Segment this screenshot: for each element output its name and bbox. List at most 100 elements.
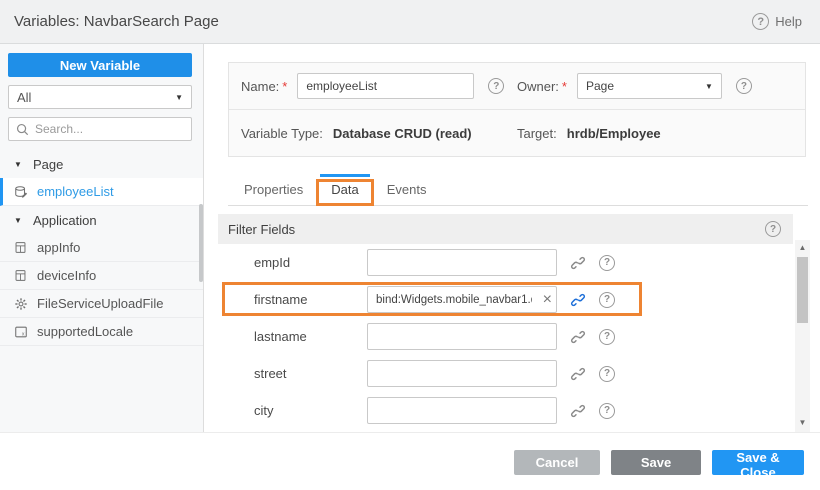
detail-tabbar: Properties Data Events bbox=[228, 174, 808, 206]
cancel-button[interactable]: Cancel bbox=[514, 450, 600, 475]
svg-text:x: x bbox=[21, 331, 24, 337]
tree-item-appinfo[interactable]: appInfo bbox=[0, 234, 203, 262]
owner-help-icon[interactable]: ? bbox=[736, 78, 752, 94]
variable-filter-value: All bbox=[17, 90, 31, 105]
help-button[interactable]: ? Help bbox=[752, 13, 802, 30]
dialog-header: Variables: NavbarSearch Page ? Help bbox=[0, 0, 820, 44]
field-help-icon[interactable]: ? bbox=[599, 403, 615, 419]
bind-link-icon-active[interactable] bbox=[570, 292, 586, 308]
field-label: lastname bbox=[254, 329, 367, 344]
lastname-input[interactable] bbox=[367, 323, 557, 350]
summary-row-top: Name: * ? Owner: * Page ▼ ? bbox=[229, 63, 805, 110]
tab-events[interactable]: Events bbox=[373, 174, 441, 205]
target-value: hrdb/Employee bbox=[567, 126, 661, 141]
filter-field-row-empid: empId ? bbox=[218, 244, 793, 281]
tree-item-label: employeeList bbox=[37, 184, 114, 199]
help-label: Help bbox=[775, 14, 802, 29]
sidebar-scrollbar-thumb[interactable] bbox=[199, 204, 203, 282]
tree-item-label: FileServiceUploadFile bbox=[37, 296, 163, 311]
help-icon: ? bbox=[752, 13, 769, 30]
filter-field-row-street: street ? bbox=[218, 355, 793, 392]
scroll-down-icon[interactable]: ▼ bbox=[795, 415, 810, 430]
clear-binding-icon[interactable]: × bbox=[543, 292, 552, 308]
filter-field-row-city: city ? bbox=[218, 392, 793, 429]
service-gear-icon bbox=[13, 296, 28, 311]
variable-type-label: Variable Type: bbox=[241, 126, 323, 141]
field-label: firstname bbox=[254, 292, 367, 307]
variable-filter-dropdown[interactable]: All ▼ bbox=[8, 85, 192, 109]
owner-label: Owner: bbox=[517, 79, 559, 94]
filter-field-row-lastname: lastname ? bbox=[218, 318, 793, 355]
variable-summary-box: Name: * ? Owner: * Page ▼ ? Variable Typ… bbox=[228, 62, 806, 157]
chevron-down-icon: ▼ bbox=[175, 93, 183, 102]
empid-input[interactable] bbox=[367, 249, 557, 276]
street-input[interactable] bbox=[367, 360, 557, 387]
chevron-down-icon: ▼ bbox=[705, 82, 713, 91]
variable-name-input[interactable] bbox=[297, 73, 474, 99]
firstname-input[interactable] bbox=[367, 286, 557, 313]
tree-item-label: supportedLocale bbox=[37, 324, 133, 339]
filter-field-row-firstname: firstname × ? bbox=[218, 281, 793, 318]
variable-type-value: Database CRUD (read) bbox=[333, 126, 472, 141]
collapse-arrow-icon[interactable]: ▼ bbox=[14, 216, 24, 225]
tree-group-label: Application bbox=[33, 213, 97, 228]
tree-item-label: deviceInfo bbox=[37, 268, 96, 283]
field-help-icon[interactable]: ? bbox=[599, 292, 615, 308]
bind-link-icon[interactable] bbox=[570, 366, 586, 382]
scrollbar-thumb[interactable] bbox=[797, 257, 808, 323]
variables-dialog: Variables: NavbarSearch Page ? Help New … bbox=[0, 0, 820, 490]
save-close-button[interactable]: Save & Close bbox=[712, 450, 804, 475]
content-scrollbar[interactable]: ▲ ▼ bbox=[795, 240, 810, 432]
field-label: city bbox=[254, 403, 367, 418]
active-tab-indicator bbox=[320, 174, 369, 177]
search-icon bbox=[16, 123, 29, 136]
tree-item-employeelist[interactable]: employeeList bbox=[0, 178, 203, 206]
bind-link-icon[interactable] bbox=[570, 403, 586, 419]
tree-group-label: Page bbox=[33, 157, 63, 172]
tree-group-application[interactable]: ▼ Application bbox=[0, 206, 203, 234]
device-info-icon bbox=[13, 268, 28, 283]
dialog-title: Variables: NavbarSearch Page bbox=[14, 13, 219, 30]
tree-item-fileserviceuploadfile[interactable]: FileServiceUploadFile bbox=[0, 290, 203, 318]
field-help-icon[interactable]: ? bbox=[599, 366, 615, 382]
dialog-footer: Cancel Save Save & Close bbox=[0, 432, 820, 490]
name-help-icon[interactable]: ? bbox=[488, 78, 504, 94]
search-input[interactable] bbox=[35, 122, 184, 136]
variables-sidebar: New Variable All ▼ ▼ Page employeeList bbox=[0, 44, 204, 432]
target-label: Target: bbox=[517, 126, 557, 141]
filter-fields-help-icon[interactable]: ? bbox=[765, 221, 781, 237]
database-variable-icon bbox=[13, 184, 28, 199]
data-tab-content: Filter Fields ? empId ? firstname × bbox=[218, 214, 793, 432]
bind-link-icon[interactable] bbox=[570, 329, 586, 345]
name-label: Name: bbox=[241, 79, 279, 94]
tab-data[interactable]: Data bbox=[317, 174, 372, 205]
variables-tree: ▼ Page employeeList ▼ Application appInf… bbox=[0, 150, 203, 346]
field-label: street bbox=[254, 366, 367, 381]
variable-search-box[interactable] bbox=[8, 117, 192, 141]
tree-group-page[interactable]: ▼ Page bbox=[0, 150, 203, 178]
filter-fields-title: Filter Fields bbox=[228, 222, 295, 237]
tree-item-deviceinfo[interactable]: deviceInfo bbox=[0, 262, 203, 290]
field-help-icon[interactable]: ? bbox=[599, 255, 615, 271]
owner-value: Page bbox=[586, 79, 614, 93]
new-variable-button[interactable]: New Variable bbox=[8, 53, 192, 77]
save-button[interactable]: Save bbox=[611, 450, 701, 475]
app-info-icon bbox=[13, 240, 28, 255]
locale-icon: x bbox=[13, 324, 28, 339]
scroll-up-icon[interactable]: ▲ bbox=[795, 240, 810, 255]
city-input[interactable] bbox=[367, 397, 557, 424]
field-help-icon[interactable]: ? bbox=[599, 329, 615, 345]
owner-dropdown[interactable]: Page ▼ bbox=[577, 73, 722, 99]
summary-row-bottom: Variable Type: Database CRUD (read) Targ… bbox=[229, 110, 805, 156]
variable-detail-panel: Name: * ? Owner: * Page ▼ ? Variable Typ… bbox=[204, 44, 820, 432]
tree-item-label: appInfo bbox=[37, 240, 80, 255]
required-marker: * bbox=[282, 79, 287, 94]
required-marker: * bbox=[562, 79, 567, 94]
field-label: empId bbox=[254, 255, 367, 270]
tab-properties[interactable]: Properties bbox=[230, 174, 317, 205]
tab-data-label: Data bbox=[331, 182, 358, 197]
bind-link-icon[interactable] bbox=[570, 255, 586, 271]
tree-item-supportedlocale[interactable]: x supportedLocale bbox=[0, 318, 203, 346]
filter-fields-header: Filter Fields ? bbox=[218, 214, 793, 244]
collapse-arrow-icon[interactable]: ▼ bbox=[14, 160, 24, 169]
